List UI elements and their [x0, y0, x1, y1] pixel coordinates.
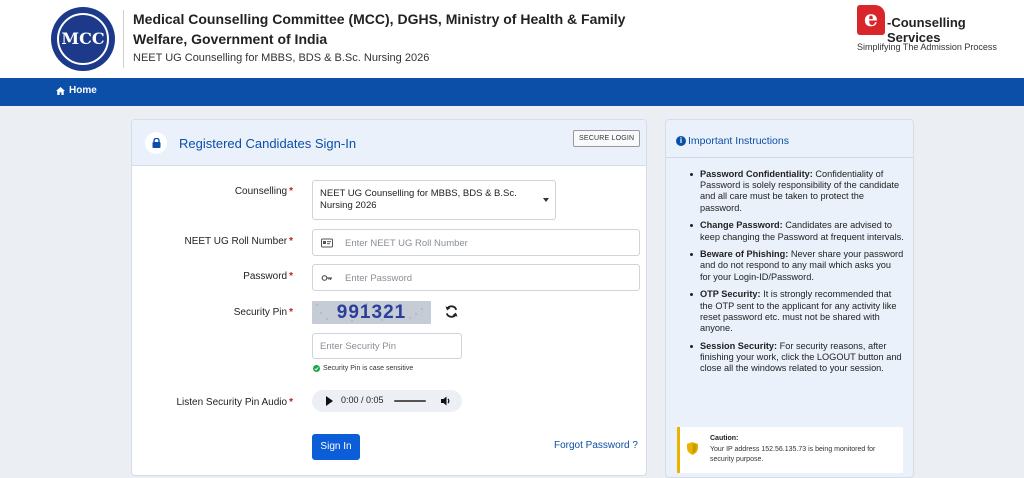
instructions-panel: i Important Instructions Password Confid… — [665, 119, 914, 478]
signin-card: Registered Candidates Sign-In SECURE LOG… — [131, 119, 647, 476]
audio-label: Listen Security Pin Audio * — [176, 397, 293, 408]
roll-number-label: NEET UG Roll Number * — [184, 236, 293, 247]
e-logo-icon: e — [857, 5, 885, 35]
e-counselling-brand: e -Counselling Services Simplifying The … — [857, 5, 1017, 55]
caution-title: Caution: — [710, 435, 739, 442]
check-circle-icon — [313, 365, 320, 372]
captcha-image: 991321 — [312, 301, 431, 324]
page-title: Medical Counselling Committee (MCC), DGH… — [133, 11, 626, 47]
required-mark: * — [289, 307, 293, 318]
instructions-title: Important Instructions — [688, 135, 789, 147]
required-mark: * — [289, 236, 293, 247]
play-icon[interactable] — [326, 396, 333, 406]
security-pin-label: Security Pin * — [233, 307, 293, 318]
instruction-item: Beware of Phishing: Never share your pas… — [690, 249, 904, 283]
key-icon — [321, 275, 332, 281]
shield-icon — [687, 442, 698, 455]
secure-login-badge: SECURE LOGIN — [573, 130, 641, 147]
captcha-digits: 991321 — [336, 302, 407, 323]
password-input[interactable]: Enter Password — [312, 264, 640, 291]
caution-body: Your IP address 152.56.135.73 is being m… — [710, 446, 876, 463]
signin-card-header: Registered Candidates Sign-In SECURE LOG… — [132, 120, 646, 166]
password-label: Password * — [243, 271, 293, 282]
counselling-selected-value: NEET UG Counselling for MBBS, BDS & B.Sc… — [320, 188, 517, 211]
mcc-logo: MCC — [51, 7, 115, 71]
required-mark: * — [289, 186, 293, 197]
signin-button[interactable]: Sign In — [312, 434, 360, 460]
security-pin-hint: Security Pin is case sensitive — [313, 365, 413, 372]
instructions-header: i Important Instructions — [666, 120, 913, 158]
info-icon: i — [676, 136, 686, 146]
roll-number-input[interactable]: Enter NEET UG Roll Number — [312, 229, 640, 256]
site-header: MCC Medical Counselling Committee (MCC),… — [0, 0, 1024, 78]
lock-icon — [145, 132, 167, 154]
instruction-item: Password Confidentiality: Confidentialit… — [690, 169, 904, 214]
signin-title: Registered Candidates Sign-In — [179, 136, 357, 151]
security-pin-input[interactable]: Enter Security Pin — [312, 333, 462, 359]
brand-name: -Counselling Services — [887, 15, 966, 45]
roll-number-placeholder: Enter NEET UG Roll Number — [345, 238, 468, 249]
audio-progress-track[interactable] — [394, 400, 426, 402]
volume-icon[interactable] — [440, 395, 452, 407]
instruction-item: Session Security: For security reasons, … — [690, 341, 904, 375]
counselling-select[interactable]: NEET UG Counselling for MBBS, BDS & B.Sc… — [312, 180, 556, 220]
refresh-icon[interactable] — [444, 304, 459, 319]
brand-tagline: Simplifying The Admission Process — [857, 42, 997, 52]
id-card-icon — [321, 238, 333, 248]
required-mark: * — [289, 271, 293, 282]
password-placeholder: Enter Password — [345, 273, 413, 284]
header-divider — [123, 10, 124, 68]
required-mark: * — [289, 397, 293, 408]
caution-box: Caution: Your IP address 152.56.135.73 i… — [677, 427, 903, 473]
home-icon — [56, 86, 65, 95]
counselling-label: Counselling * — [234, 186, 293, 197]
forgot-password-link[interactable]: Forgot Password ? — [554, 440, 638, 451]
page-subtitle: NEET UG Counselling for MBBS, BDS & B.Sc… — [133, 52, 430, 64]
security-pin-audio-player[interactable]: 0:00 / 0:05 — [312, 390, 462, 412]
instruction-item: Change Password: Candidates are advised … — [690, 220, 904, 242]
chevron-down-icon — [543, 198, 549, 202]
instruction-item: OTP Security: It is strongly recommended… — [690, 289, 904, 334]
security-pin-placeholder: Enter Security Pin — [320, 341, 397, 352]
nav-home-link[interactable]: Home — [56, 85, 97, 96]
nav-home-label: Home — [69, 85, 97, 96]
top-nav: Home — [0, 78, 1024, 106]
instructions-list: Password Confidentiality: Confidentialit… — [690, 169, 904, 381]
audio-time: 0:00 / 0:05 — [341, 395, 384, 405]
